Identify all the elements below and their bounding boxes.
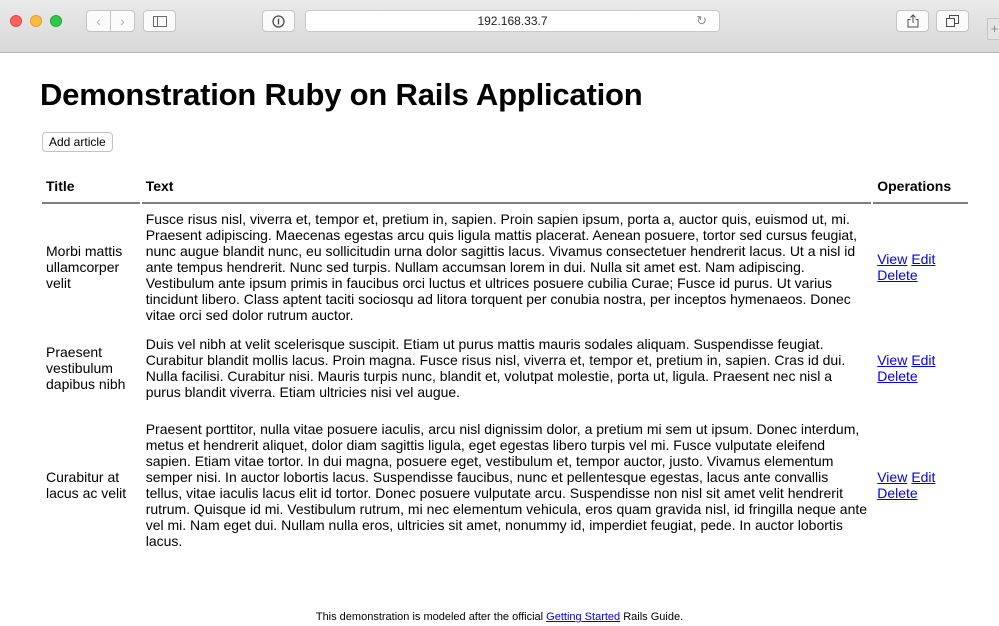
show-tabs-button[interactable]	[936, 10, 969, 32]
minimize-window-button[interactable]	[30, 15, 42, 27]
page-title: Demonstration Ruby on Rails Application	[40, 77, 643, 112]
header-operations: Operations	[873, 174, 968, 204]
table-header-row: Title Text Operations	[42, 174, 968, 204]
article-text: Fusce risus nisl, viverra et, tempor et,…	[145, 211, 857, 323]
footer-suffix: Rails Guide.	[620, 611, 684, 623]
back-icon: ‹	[96, 13, 101, 29]
new-tab-button[interactable]: +	[987, 18, 999, 40]
table-row: Curabitur at lacus ac velit Praesent por…	[42, 406, 968, 564]
view-link[interactable]: View	[877, 469, 907, 485]
delete-link[interactable]: Delete	[877, 368, 917, 384]
article-title: Curabitur at lacus ac velit	[46, 469, 127, 501]
privacy-icon	[272, 14, 285, 28]
footer: This demonstration is modeled after the …	[0, 611, 999, 623]
header-title: Title	[42, 174, 140, 204]
view-link[interactable]: View	[877, 352, 907, 368]
zoom-window-button[interactable]	[50, 15, 62, 27]
view-link[interactable]: View	[877, 251, 907, 267]
back-button[interactable]: ‹	[86, 10, 111, 32]
sidebar-icon	[152, 15, 167, 27]
edit-link[interactable]: Edit	[911, 352, 935, 368]
forward-button[interactable]: ›	[110, 10, 135, 32]
browser-toolbar: ‹ › 192.168.33.7 ↻ +	[0, 0, 999, 53]
address-bar[interactable]: 192.168.33.7 ↻	[305, 10, 720, 32]
privacy-button[interactable]	[262, 10, 295, 32]
article-text: Duis vel nibh at velit scelerisque susci…	[145, 336, 846, 400]
edit-link[interactable]: Edit	[911, 251, 935, 267]
tabs-icon	[946, 15, 959, 27]
article-operations: View Edit Delete	[873, 406, 968, 564]
share-icon	[907, 14, 918, 28]
header-text: Text	[141, 174, 872, 204]
getting-started-link[interactable]: Getting Started	[546, 611, 620, 623]
article-operations: View Edit Delete	[873, 204, 968, 330]
article-operations: View Edit Delete	[873, 330, 968, 406]
article-text: Praesent porttitor, nulla vitae posuere …	[145, 421, 868, 549]
address-text: 192.168.33.7	[477, 14, 548, 28]
forward-icon: ›	[120, 13, 125, 29]
sidebar-button[interactable]	[143, 10, 176, 32]
new-tab-icon: +	[990, 21, 999, 36]
reload-icon[interactable]: ↻	[696, 13, 707, 29]
article-title: Morbi mattis ullamcorper velit	[46, 243, 123, 291]
share-button[interactable]	[896, 10, 929, 32]
article-title: Praesent vestibulum dapibus nibh	[46, 344, 126, 392]
close-window-button[interactable]	[10, 15, 22, 27]
footer-prefix: This demonstration is modeled after the …	[315, 611, 547, 623]
add-article-button[interactable]: Add article	[42, 132, 113, 152]
delete-link[interactable]: Delete	[877, 267, 917, 283]
delete-link[interactable]: Delete	[877, 485, 917, 501]
table-row: Morbi mattis ullamcorper velit Fusce ris…	[42, 204, 968, 330]
table-row: Praesent vestibulum dapibus nibh Duis ve…	[42, 330, 968, 406]
edit-link[interactable]: Edit	[911, 469, 935, 485]
articles-table: Title Text Operations Morbi mattis ullam…	[40, 174, 970, 564]
